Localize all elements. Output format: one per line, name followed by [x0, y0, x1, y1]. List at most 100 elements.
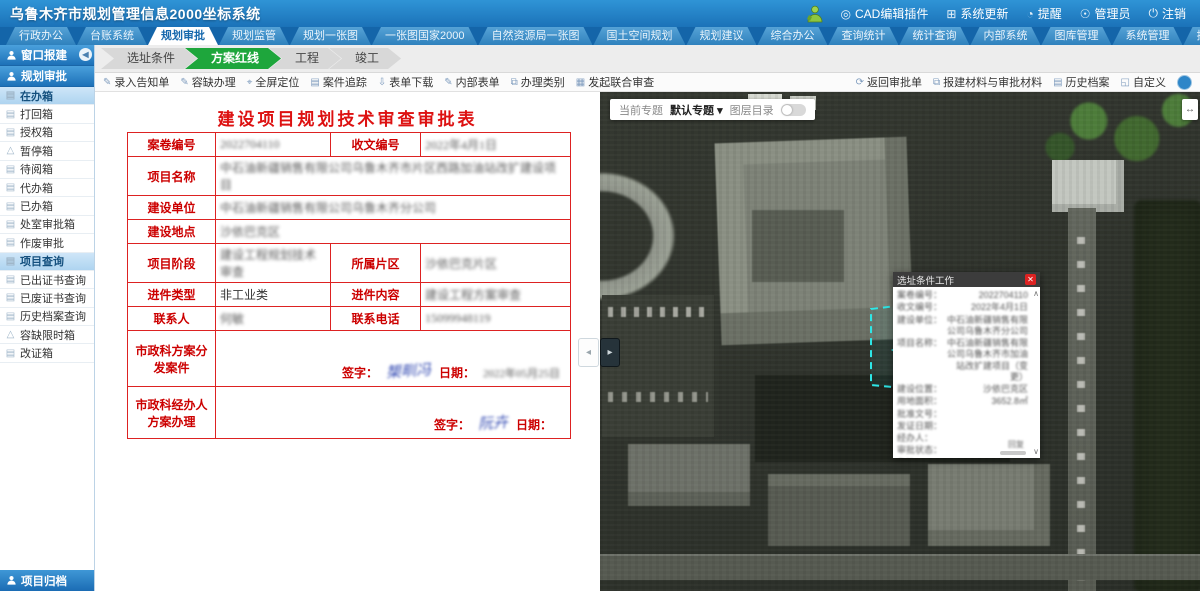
- nav-tab[interactable]: 行政办公: [6, 27, 76, 45]
- layer-catalog-toggle[interactable]: [781, 104, 806, 116]
- sidebar-item[interactable]: ▤ 历史档案查询: [0, 308, 94, 326]
- toolbar-button[interactable]: ⧉ 报建材料与审批材料: [933, 74, 1042, 90]
- collapse-form-button[interactable]: ◂: [578, 338, 599, 367]
- nav-tab[interactable]: 规划建议: [686, 27, 756, 45]
- nav-tab[interactable]: 批后监察: [1183, 27, 1200, 45]
- sidebar-item-label: 项目查询: [20, 253, 64, 269]
- box-icon: ▤: [5, 182, 16, 193]
- field-value: 建设工程规划技术审查: [216, 244, 331, 283]
- sidebar-item[interactable]: ▤ 已办箱: [0, 197, 94, 215]
- toolbar-button[interactable]: ◱ 自定义: [1121, 74, 1166, 90]
- toolbar-button-icon: ▦: [576, 77, 585, 88]
- sidebar-item[interactable]: ▤ 改证箱: [0, 344, 94, 362]
- help-button[interactable]: [1177, 75, 1192, 90]
- close-icon[interactable]: ✕: [1025, 274, 1036, 285]
- app-header: 乌鲁木齐市规划管理信息2000坐标系统 ◎ CAD编辑插件 ⊞ 系统更新: [0, 0, 1200, 27]
- panel-row-label: 批准文号：: [897, 409, 942, 420]
- toolbar-button[interactable]: ✎ 内部表单: [444, 74, 499, 90]
- workflow-step-label: 竣工: [355, 51, 379, 65]
- nav-tab[interactable]: 一张图国家2000: [372, 27, 477, 45]
- workflow-step[interactable]: 选址条件: [101, 48, 197, 69]
- toolbar-button[interactable]: ▦ 发起联合审查: [576, 74, 654, 90]
- horizontal-scrollbar[interactable]: [1000, 451, 1026, 455]
- sidebar-item[interactable]: ▤ 待阅箱: [0, 161, 94, 179]
- nav-tab[interactable]: 规划监管: [219, 27, 289, 45]
- sidebar-item[interactable]: ▤ 在办箱: [0, 87, 94, 105]
- sidebar-item-label: 改证箱: [20, 345, 53, 361]
- toolbar-button[interactable]: ⧉ 办理类别: [511, 74, 565, 90]
- toolbar-button[interactable]: ⌖ 全屏定位: [247, 74, 300, 90]
- panel-header[interactable]: 选址条件工作 ✕: [893, 272, 1040, 287]
- nav-tab[interactable]: 系统管理: [1112, 27, 1182, 45]
- toolbar-button-label: 自定义: [1133, 74, 1166, 90]
- sidebar-item[interactable]: ▤ 项目查询: [0, 253, 94, 271]
- person-icon: [6, 71, 17, 82]
- sidebar-item[interactable]: ▤ 代办箱: [0, 179, 94, 197]
- nav-tab[interactable]: 统计查询: [899, 27, 969, 45]
- sidebar-item[interactable]: △ 容缺限时箱: [0, 326, 94, 344]
- sidebar-header-project-archive[interactable]: 项目归档: [0, 570, 94, 591]
- nav-tab[interactable]: 内部系统: [970, 27, 1040, 45]
- nav-tab-label: 规划审批: [161, 30, 205, 42]
- nav-tab-label: 规划监管: [232, 30, 276, 42]
- sidebar-item[interactable]: ▤ 处室审批箱: [0, 216, 94, 234]
- panel-row-label: 备注：: [897, 458, 924, 459]
- header-action[interactable]: ☉ 管理员: [1080, 5, 1131, 22]
- box-icon: ▤: [5, 256, 16, 267]
- header-action-icon: ☉: [1080, 7, 1091, 21]
- sidebar-item-label: 容缺限时箱: [20, 327, 75, 343]
- expand-form-button[interactable]: ▸: [600, 338, 620, 367]
- layer-catalog-label: 图层目录: [730, 102, 774, 118]
- sidebar-header-window-filing[interactable]: 窗口报建 ◀: [0, 45, 94, 66]
- header-action-icon: ⊞: [946, 7, 956, 21]
- nav-tab[interactable]: 自然资源局一张图: [478, 27, 592, 45]
- field-label: 建设地点: [128, 220, 216, 244]
- box-icon: ▤: [5, 348, 16, 359]
- toolbar-button[interactable]: ▤ 案件追踪: [310, 74, 366, 90]
- sidebar-item[interactable]: ▤ 已出证书查询: [0, 271, 94, 289]
- sidebar-item[interactable]: ▤ 作废审批: [0, 234, 94, 252]
- nav-tab[interactable]: 查询统计: [828, 27, 898, 45]
- panel-row: 收文编号： 2022年4月1日: [897, 302, 1028, 313]
- nav-tab[interactable]: 规划审批: [148, 27, 218, 45]
- header-action[interactable]: ◔ 提醒: [1026, 5, 1061, 22]
- field-value: 中石油新疆销售有限公司乌鲁木齐市片区西路加油站改扩建设项目: [216, 157, 571, 196]
- header-action[interactable]: ⏻ 注销: [1148, 5, 1186, 22]
- toolbar-button-label: 案件追踪: [323, 74, 367, 90]
- box-icon: ▤: [5, 311, 16, 322]
- field-value: 何敏: [216, 307, 331, 331]
- sidebar-item[interactable]: ▤ 授权箱: [0, 124, 94, 142]
- field-value: 沙依巴克片区: [421, 244, 571, 283]
- nav-tab[interactable]: 台账系统: [77, 27, 147, 45]
- sidebar-item[interactable]: ▤ 已废证书查询: [0, 289, 94, 307]
- field-value: 沙依巴克区: [216, 220, 571, 244]
- nav-tab[interactable]: 综合办公: [757, 27, 827, 45]
- workflow-step[interactable]: 方案红线: [185, 48, 281, 69]
- theme-dropdown[interactable]: 默认专题 ▾: [670, 102, 723, 118]
- sidebar-collapse-button[interactable]: ◀: [79, 48, 92, 61]
- panel-row: 批准文号：: [897, 409, 1028, 420]
- toolbar-button[interactable]: ✎ 容缺办理: [180, 74, 235, 90]
- toolbar-button[interactable]: ⇩ 表单下载: [378, 74, 433, 90]
- nav-tab-label: 统计查询: [912, 30, 956, 42]
- chevron-down-icon: ▾: [717, 105, 723, 117]
- map-canvas[interactable]: ▸ 当前专题 默认专题 ▾ 图层目录 ↔: [600, 92, 1200, 591]
- nav-tab[interactable]: 国土空间规划: [593, 27, 685, 45]
- header-action[interactable]: ⊞ 系统更新: [946, 5, 1008, 22]
- person-icon: [6, 575, 17, 586]
- sidebar-item[interactable]: ▤ 打回箱: [0, 105, 94, 123]
- toolbar-button[interactable]: ▤ 历史档案: [1053, 74, 1109, 90]
- scroll-up-icon[interactable]: ∧: [1033, 289, 1039, 298]
- sidebar-header-planning-approval[interactable]: 规划审批: [0, 66, 94, 87]
- map-expand-button[interactable]: ↔: [1182, 99, 1198, 120]
- scroll-down-icon[interactable]: ∨: [1033, 447, 1039, 456]
- nav-tab[interactable]: 图库管理: [1041, 27, 1111, 45]
- toolbar-button[interactable]: ✎ 录入告知单: [103, 74, 169, 90]
- sidebar-item[interactable]: △ 暂停箱: [0, 142, 94, 160]
- toolbar-button-icon: ✎: [103, 77, 111, 88]
- main-nav: 行政办公 台账系统 规划审批 规划监管 规划一张图 一张图国家2000 自然: [0, 27, 1200, 45]
- header-action[interactable]: ◎ CAD编辑插件: [841, 5, 929, 22]
- nav-tab[interactable]: 规划一张图: [290, 27, 371, 45]
- toolbar-button[interactable]: ⟳ 返回审批单: [856, 74, 922, 90]
- content-area: 选址条件 方案红线 工程 竣工: [95, 45, 1200, 591]
